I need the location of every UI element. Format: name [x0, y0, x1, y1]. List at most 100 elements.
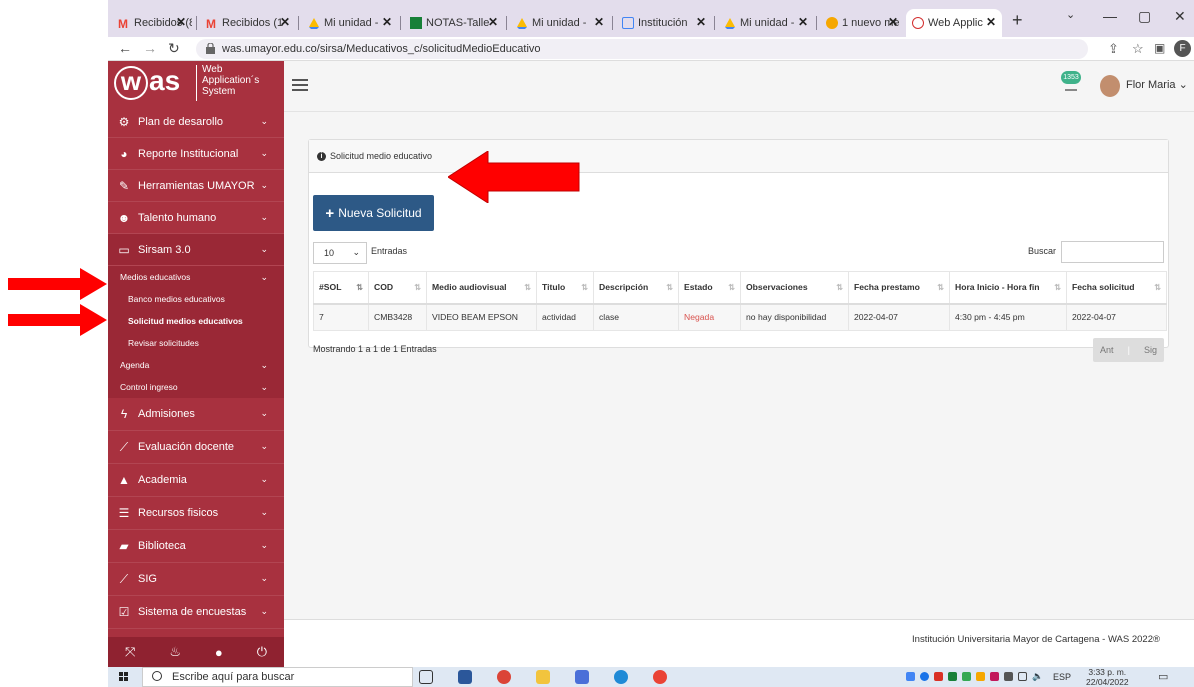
- sidebar-item-biblioteca[interactable]: ▰ Biblioteca ⌄: [108, 530, 284, 563]
- share-icon[interactable]: ⇪: [1108, 41, 1119, 57]
- sidebar-item-encuestas[interactable]: ☑ Sistema de encuestas ⌄: [108, 596, 284, 629]
- avatar[interactable]: [1100, 75, 1120, 97]
- edge-icon[interactable]: [614, 670, 628, 684]
- column-header[interactable]: Estado ⇅: [678, 271, 741, 305]
- tray-icon[interactable]: [976, 672, 985, 681]
- sidebar-item-solicitud[interactable]: Solicitud medios educativos: [108, 310, 284, 332]
- column-header[interactable]: Fecha solicitud ⇅: [1066, 271, 1167, 305]
- tray-icon[interactable]: [962, 672, 971, 681]
- windows-start-icon[interactable]: [119, 672, 129, 682]
- wrench-icon: ✎: [118, 178, 130, 193]
- browser-tab-active[interactable]: Web Applic ✕: [906, 9, 1002, 37]
- close-icon[interactable]: ✕: [696, 15, 706, 29]
- table-info: Mostrando 1 a 1 de 1 Entradas: [313, 344, 437, 354]
- browser-tab[interactable]: Mi unidad - ✕: [718, 9, 814, 37]
- browser-tab[interactable]: M Recibidos (8 ✕: [112, 9, 192, 37]
- word-icon[interactable]: [458, 670, 472, 684]
- close-icon[interactable]: ✕: [382, 15, 392, 29]
- sidebar-item-evaluacion[interactable]: ⟋ Evaluación docente ⌄: [108, 431, 284, 464]
- sidebar-item-sig[interactable]: ⟋ SIG ⌄: [108, 563, 284, 596]
- tray-icon[interactable]: [906, 672, 915, 681]
- prev-button[interactable]: Ant: [1100, 345, 1114, 355]
- entries-select[interactable]: 10 ⌄: [313, 242, 367, 264]
- area-chart-icon: ⟋: [119, 571, 129, 586]
- sidebar-item-recursos[interactable]: ☰ Recursos fisicos ⌄: [108, 497, 284, 530]
- sidebar-item-plan[interactable]: ⚙ Plan de desarollo ⌄: [108, 106, 284, 138]
- store-icon[interactable]: [575, 670, 589, 684]
- forward-button[interactable]: →: [143, 40, 157, 56]
- search-input[interactable]: [1061, 241, 1164, 263]
- close-icon[interactable]: ✕: [888, 15, 898, 29]
- task-view-icon[interactable]: [419, 670, 433, 684]
- taskbar-search[interactable]: Escribe aquí para buscar: [142, 667, 413, 687]
- browser-tab[interactable]: Mi unidad - ✕: [510, 9, 610, 37]
- fire-icon[interactable]: ♨: [169, 644, 181, 660]
- browser-tab[interactable]: 1 nuevo me ✕: [820, 9, 904, 37]
- star-icon[interactable]: ☆: [1132, 41, 1144, 57]
- browser-tab[interactable]: M Recibidos (1 ✕: [200, 9, 296, 37]
- close-window-button[interactable]: ✕: [1174, 8, 1186, 25]
- column-header[interactable]: Hora Inicio - Hora fin ⇅: [949, 271, 1067, 305]
- reload-button[interactable]: ↻: [168, 40, 180, 57]
- user-icon[interactable]: ●: [215, 645, 223, 660]
- tab-search-icon[interactable]: ⌄: [1066, 8, 1075, 21]
- language-indicator[interactable]: ESP: [1053, 672, 1071, 682]
- sidebar-item-banco[interactable]: Banco medios educativos: [108, 288, 284, 310]
- close-icon[interactable]: ✕: [986, 15, 996, 29]
- tray-icon[interactable]: [920, 672, 929, 681]
- sidebar-item-control[interactable]: Control ingreso ⌄: [108, 376, 284, 398]
- sidebar-item-medios[interactable]: Medios educativos ⌄: [108, 266, 284, 288]
- tray-icon[interactable]: [934, 672, 943, 681]
- volume-icon[interactable]: 🔈: [1032, 671, 1043, 682]
- browser-tab[interactable]: NOTAS-Talle ✕: [404, 9, 504, 37]
- next-button[interactable]: Sig: [1144, 345, 1157, 355]
- minimize-button[interactable]: —: [1103, 8, 1117, 24]
- tray-icon[interactable]: [948, 672, 957, 681]
- column-header[interactable]: Fecha prestamo ⇅: [848, 271, 950, 305]
- clock[interactable]: 3:33 p. m. 22/04/2022: [1086, 667, 1129, 687]
- fullscreen-icon[interactable]: ⤧: [125, 644, 135, 660]
- sidebar-item-talento[interactable]: ☻ Talento humano ⌄: [108, 202, 284, 234]
- column-header[interactable]: Medio audiovisual ⇅: [426, 271, 537, 305]
- url-field[interactable]: was.umayor.edu.co/sirsa/Meducativos_c/so…: [196, 39, 1088, 59]
- power-icon[interactable]: ⏻: [257, 644, 267, 660]
- user-menu[interactable]: Flor Maria ⌄: [1126, 78, 1188, 91]
- column-header[interactable]: COD ⇅: [368, 271, 427, 305]
- sidebar-item-reporte[interactable]: ◕ Reporte Institucional ⌄: [108, 138, 284, 170]
- sidebar-item-sirsam[interactable]: ▭ Sirsam 3.0 ⌄: [108, 234, 284, 266]
- new-request-button[interactable]: + Nueva Solicitud: [313, 195, 434, 231]
- bell-icon[interactable]: [1065, 83, 1077, 91]
- new-tab-button[interactable]: +: [1012, 10, 1023, 31]
- sidebar-item-revisar[interactable]: Revisar solicitudes: [108, 332, 284, 354]
- browser-tab[interactable]: Institución ✕: [616, 9, 712, 37]
- chrome-icon[interactable]: [497, 670, 511, 684]
- tray-icon[interactable]: [1004, 672, 1013, 681]
- column-header[interactable]: Descripción ⇅: [593, 271, 679, 305]
- column-header[interactable]: #SOL ⇅: [313, 271, 369, 305]
- sidepanel-icon[interactable]: ▣: [1154, 41, 1165, 55]
- column-header[interactable]: Observaciones ⇅: [740, 271, 849, 305]
- sidebar-item-herramientas[interactable]: ✎ Herramientas UMAYOR ⌄: [108, 170, 284, 202]
- sidebar-item-admisiones[interactable]: ϟ Admisiones ⌄: [108, 398, 284, 431]
- notification-badge[interactable]: 1353: [1061, 71, 1081, 84]
- close-icon[interactable]: ✕: [176, 15, 186, 29]
- close-icon[interactable]: ✕: [798, 15, 808, 29]
- back-button[interactable]: ←: [118, 40, 132, 56]
- close-icon[interactable]: ✕: [594, 15, 604, 29]
- profile-avatar[interactable]: F: [1174, 40, 1191, 57]
- tray-icon[interactable]: [990, 672, 999, 681]
- file-explorer-icon[interactable]: [536, 670, 550, 684]
- notifications-icon[interactable]: ▭: [1158, 670, 1168, 683]
- close-icon[interactable]: ✕: [488, 15, 498, 29]
- chevron-down-icon: ⌄: [260, 441, 268, 451]
- chevron-down-icon: ⌄: [260, 116, 268, 126]
- restore-button[interactable]: ▢: [1138, 8, 1151, 25]
- close-icon[interactable]: ✕: [280, 15, 290, 29]
- network-icon[interactable]: [1018, 672, 1027, 681]
- chrome-profile-icon[interactable]: [653, 670, 667, 684]
- sidebar-item-agenda[interactable]: Agenda ⌄: [108, 354, 284, 376]
- browser-tab[interactable]: Mi unidad - ✕: [302, 9, 398, 37]
- sidebar-item-academia[interactable]: ▲ Academia ⌄: [108, 464, 284, 497]
- hamburger-menu-icon[interactable]: [292, 79, 308, 92]
- column-header[interactable]: Titulo ⇅: [536, 271, 594, 305]
